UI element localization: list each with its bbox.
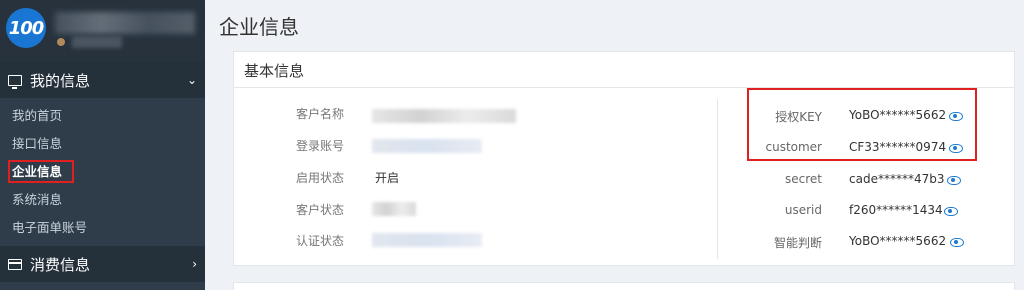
field-customer-status: 客户状态 — [296, 199, 344, 219]
field-label: 启用状态 — [296, 170, 345, 185]
sidebar-item-waybill-account[interactable]: 电子面单账号 — [0, 214, 205, 242]
sidebar-item-api-info[interactable]: 接口信息 — [0, 130, 205, 158]
chevron-down-icon: ⌄ — [186, 73, 197, 87]
menu-group-label: 我的信息 — [30, 71, 91, 90]
field-login-account: 登录账号 — [296, 135, 344, 155]
secret-value: cade******47b3 — [849, 172, 945, 186]
user-name-redacted — [55, 12, 195, 34]
menu-group-my-info[interactable]: 我的信息 ⌄ — [0, 62, 205, 98]
status-dot — [57, 38, 65, 46]
smart-judge-label: 智能判断 — [773, 236, 822, 250]
userid-value: f260******1434 — [849, 203, 943, 217]
panel-title: 基本信息 — [234, 52, 1014, 88]
highlight-annotation-box — [747, 88, 977, 161]
field-label: 认证状态 — [296, 233, 345, 248]
secondary-panel — [233, 282, 1015, 290]
user-status-redacted — [72, 36, 122, 48]
secret-label: secret — [785, 172, 822, 186]
cert-status-redacted — [372, 233, 482, 247]
field-cert-status: 认证状态 — [296, 230, 344, 250]
login-account-redacted — [372, 139, 482, 153]
sidebar-item-system-messages[interactable]: 系统消息 — [0, 186, 205, 214]
sidebar-item-label: 企业信息 — [8, 160, 75, 183]
sidebar: 100 我的信息 ⌄ 我的首页 接口信息 企业信息 系统消息 电子面单账号 消费… — [0, 0, 205, 290]
smart-judge-value: YoBO******5662 — [849, 234, 947, 248]
field-label: 客户名称 — [296, 106, 345, 121]
customer-name-redacted — [372, 109, 516, 123]
monitor-icon — [8, 74, 22, 89]
field-value: 开启 — [375, 170, 400, 185]
customer-status-redacted — [372, 202, 416, 216]
menu-group-consumption[interactable]: 消费信息 › — [0, 246, 205, 282]
field-enable-status: 启用状态 — [296, 167, 344, 187]
chevron-right-icon: › — [192, 257, 197, 271]
page-title: 企业信息 — [219, 15, 299, 39]
userid-label: userid — [784, 203, 822, 217]
field-label: 登录账号 — [296, 138, 345, 153]
menu-group-label: 消费信息 — [30, 255, 91, 274]
submenu-my-info: 我的首页 接口信息 企业信息 系统消息 电子面单账号 — [0, 98, 205, 242]
sidebar-item-label: 电子面单账号 — [12, 220, 88, 235]
show-secret-eye-icon[interactable] — [947, 176, 961, 185]
company-logo[interactable]: 100 — [6, 8, 46, 48]
sidebar-item-label: 我的首页 — [12, 108, 63, 123]
field-customer-name: 客户名称 — [296, 103, 344, 123]
show-userid-eye-icon[interactable] — [944, 207, 958, 216]
sidebar-item-label: 系统消息 — [12, 192, 63, 207]
show-smart-judge-eye-icon[interactable] — [950, 238, 964, 247]
brand-area: 100 — [0, 0, 205, 62]
field-label: 客户状态 — [296, 202, 345, 217]
sidebar-item-home[interactable]: 我的首页 — [0, 102, 205, 130]
sidebar-item-label: 接口信息 — [12, 136, 63, 151]
enable-status-value: 开启 — [375, 167, 399, 187]
sidebar-item-company-info[interactable]: 企业信息 — [0, 158, 205, 186]
card-icon — [8, 258, 22, 270]
